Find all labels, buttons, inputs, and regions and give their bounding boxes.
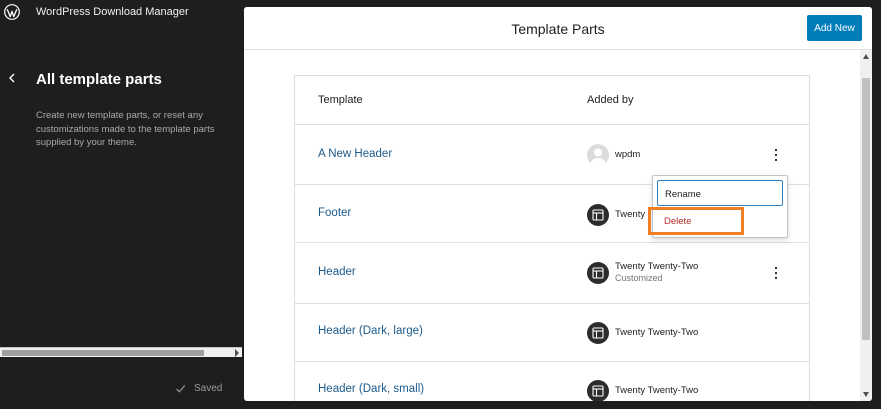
check-icon <box>176 385 186 393</box>
template-parts-table: Template Added by A New Header wpdm Foot… <box>294 75 810 401</box>
table-row: Header (Dark, small) Twenty Twenty-Two <box>295 362 809 401</box>
template-link[interactable]: Header (Dark, small) <box>318 383 424 395</box>
template-link[interactable]: A New Header <box>318 148 392 160</box>
author-cell: Twenty Twenty-Two <box>587 380 698 401</box>
delete-highlight-box <box>648 207 744 235</box>
author-name: Twenty Twenty-Two <box>615 327 699 338</box>
more-actions-icon[interactable] <box>772 148 780 162</box>
layout-icon <box>587 261 609 284</box>
table-row: Header Twenty Twenty-Two Customized <box>295 243 809 304</box>
layout-icon <box>587 322 609 344</box>
table-header: Template Added by <box>295 76 809 125</box>
sidebar-title: All template parts <box>36 71 162 88</box>
layout-icon <box>587 380 609 401</box>
user-silhouette-icon <box>590 148 606 166</box>
column-header-template: Template <box>318 94 363 106</box>
chevron-left-icon[interactable] <box>6 71 18 85</box>
avatar <box>587 144 609 166</box>
scrollbar-thumb[interactable] <box>2 350 204 356</box>
scrollbar-thumb[interactable] <box>862 78 870 340</box>
wordpress-logo-icon[interactable] <box>4 4 20 20</box>
site-title[interactable]: WordPress Download Manager <box>36 6 189 18</box>
author-name: wpdm <box>615 149 641 160</box>
scroll-right-arrow-icon[interactable] <box>234 349 240 357</box>
layout-icon <box>587 204 609 226</box>
saved-label: Saved <box>194 383 223 394</box>
sidebar-description: Create new template parts, or reset any … <box>36 110 215 148</box>
author-cell: Twenty Twenty-Two <box>587 322 698 344</box>
customized-label: Customized <box>615 273 663 283</box>
author-name: Twenty <box>615 209 646 220</box>
author-cell: wpdm <box>587 144 640 166</box>
author-cell: Twenty Twenty-Two Customized <box>587 261 698 284</box>
add-new-button[interactable]: Add New <box>807 15 862 41</box>
vertical-scrollbar[interactable] <box>860 50 872 401</box>
author-cell: Twenty <box>587 204 645 226</box>
template-link[interactable]: Header <box>318 266 356 278</box>
table-row: Header (Dark, large) Twenty Twenty-Two <box>295 304 809 362</box>
scroll-down-arrow-icon[interactable] <box>863 392 869 397</box>
author-name: Twenty Twenty-Two <box>615 261 699 272</box>
scroll-up-arrow-icon[interactable] <box>863 54 869 59</box>
horizontal-scrollbar[interactable] <box>0 347 242 357</box>
template-parts-panel: Template Parts Add New Template Added by… <box>244 7 872 401</box>
author-name: Twenty Twenty-Two <box>615 385 699 396</box>
sidebar: WordPress Download Manager All template … <box>0 0 244 409</box>
column-header-added-by: Added by <box>587 94 634 106</box>
template-link[interactable]: Footer <box>318 207 351 219</box>
save-status: Saved <box>175 383 222 394</box>
template-link[interactable]: Header (Dark, large) <box>318 325 423 337</box>
more-actions-icon[interactable] <box>772 266 780 280</box>
panel-header: Template Parts Add New <box>244 7 872 50</box>
rename-menu-item[interactable]: Rename <box>657 180 783 206</box>
page-title: Template Parts <box>511 21 605 37</box>
